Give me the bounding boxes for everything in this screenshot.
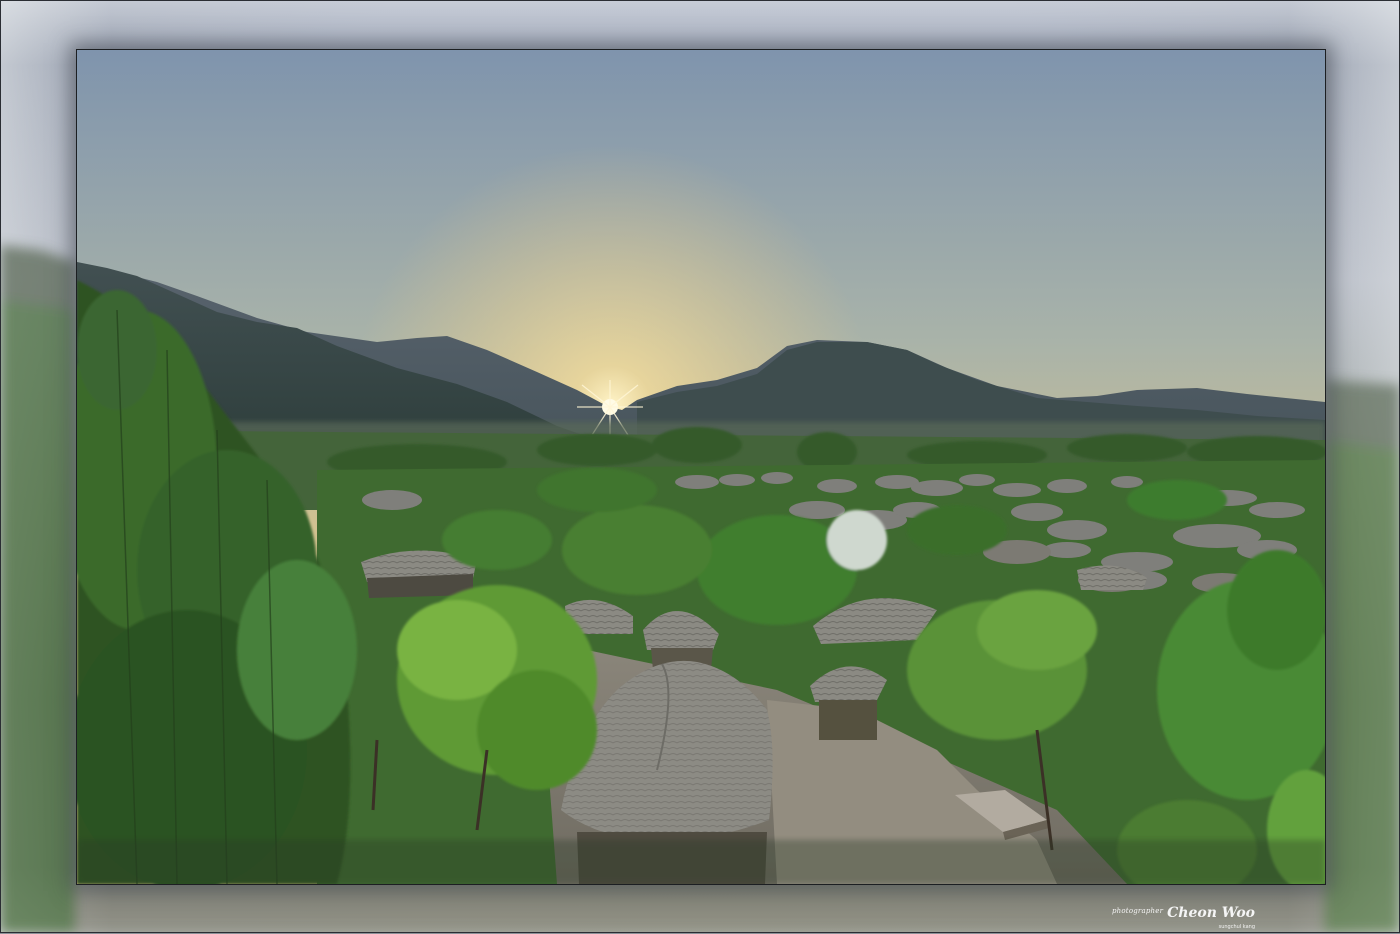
outer-rim-border	[0, 0, 1400, 933]
watermark-name: Cheon Woo sungchul kang	[1167, 905, 1256, 930]
watermark-prefix: photographer	[1112, 907, 1164, 915]
watermark-name-text: Cheon Woo	[1167, 905, 1256, 921]
photographer-watermark: photographer Cheon Woo sungchul kang	[1112, 898, 1256, 930]
watermark-subtitle: sungchul kang	[1218, 924, 1256, 930]
